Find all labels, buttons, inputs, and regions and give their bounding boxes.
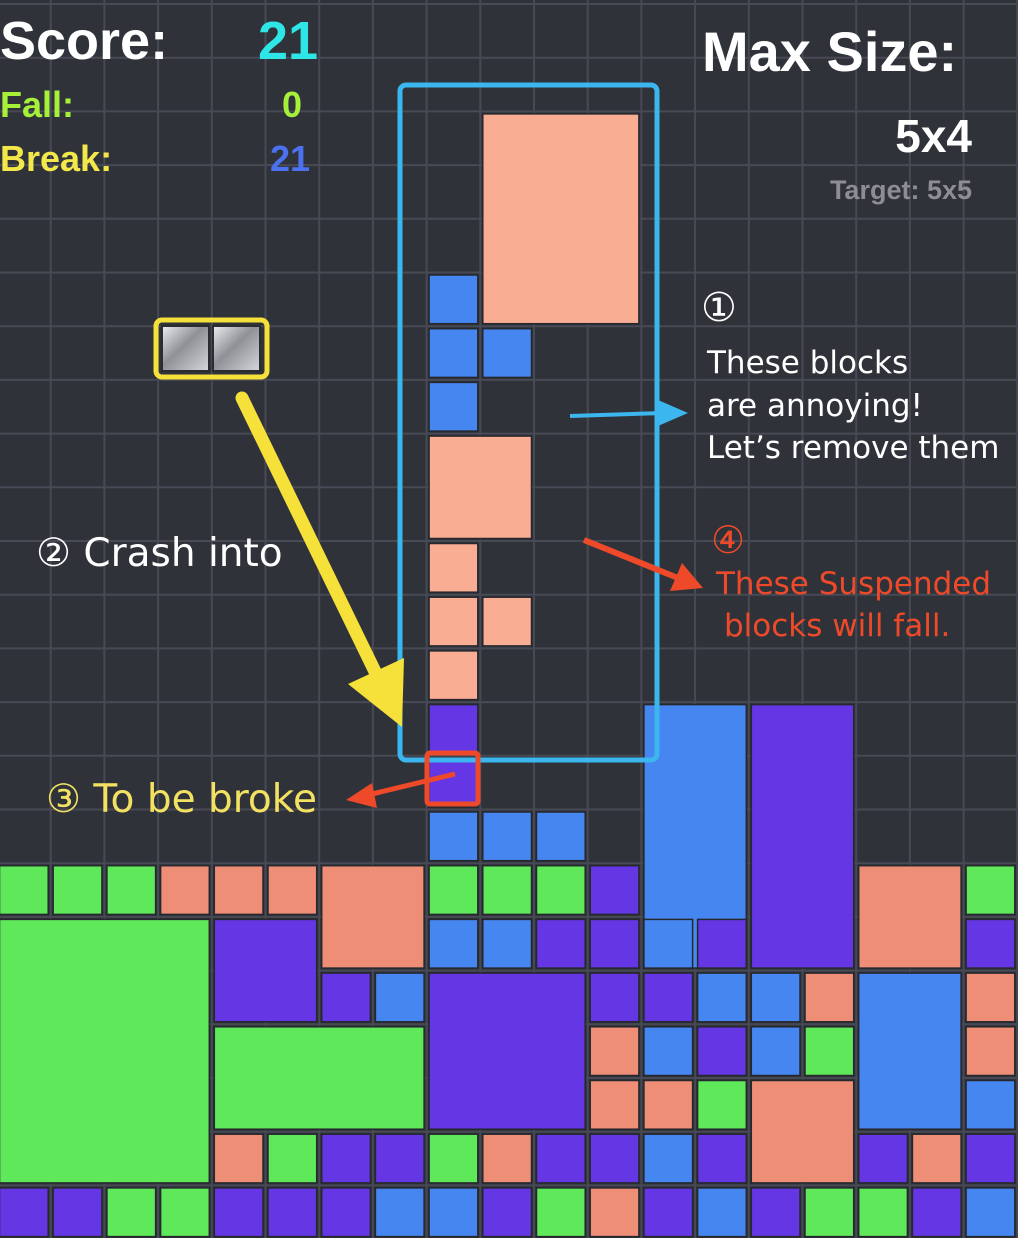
note4-text-line1: These Suspended [716,566,992,602]
falling-piece [153,317,270,380]
blue-arrow-icon [569,400,688,426]
note4-text-line2: blocks will fall. [724,608,951,644]
note1-text-line3: Let’s remove them [707,430,1000,466]
note3-text: ③ To be broke [46,777,317,822]
red-arrow-icon [582,537,703,591]
note4-number: ④ [711,518,746,562]
note2-text: ② Crash into [36,531,283,576]
note1-text-line1: These blocks [707,345,909,381]
note1-number: ① [701,285,737,331]
note1-text-line2: are annoying! [707,388,923,424]
suspended-blocks-highlight [397,82,660,763]
steel-block [212,325,261,372]
steel-block [161,325,210,372]
game-screen: Score: 21 Fall: 0 Break: 21 Max Size: 5x… [0,0,1018,1238]
